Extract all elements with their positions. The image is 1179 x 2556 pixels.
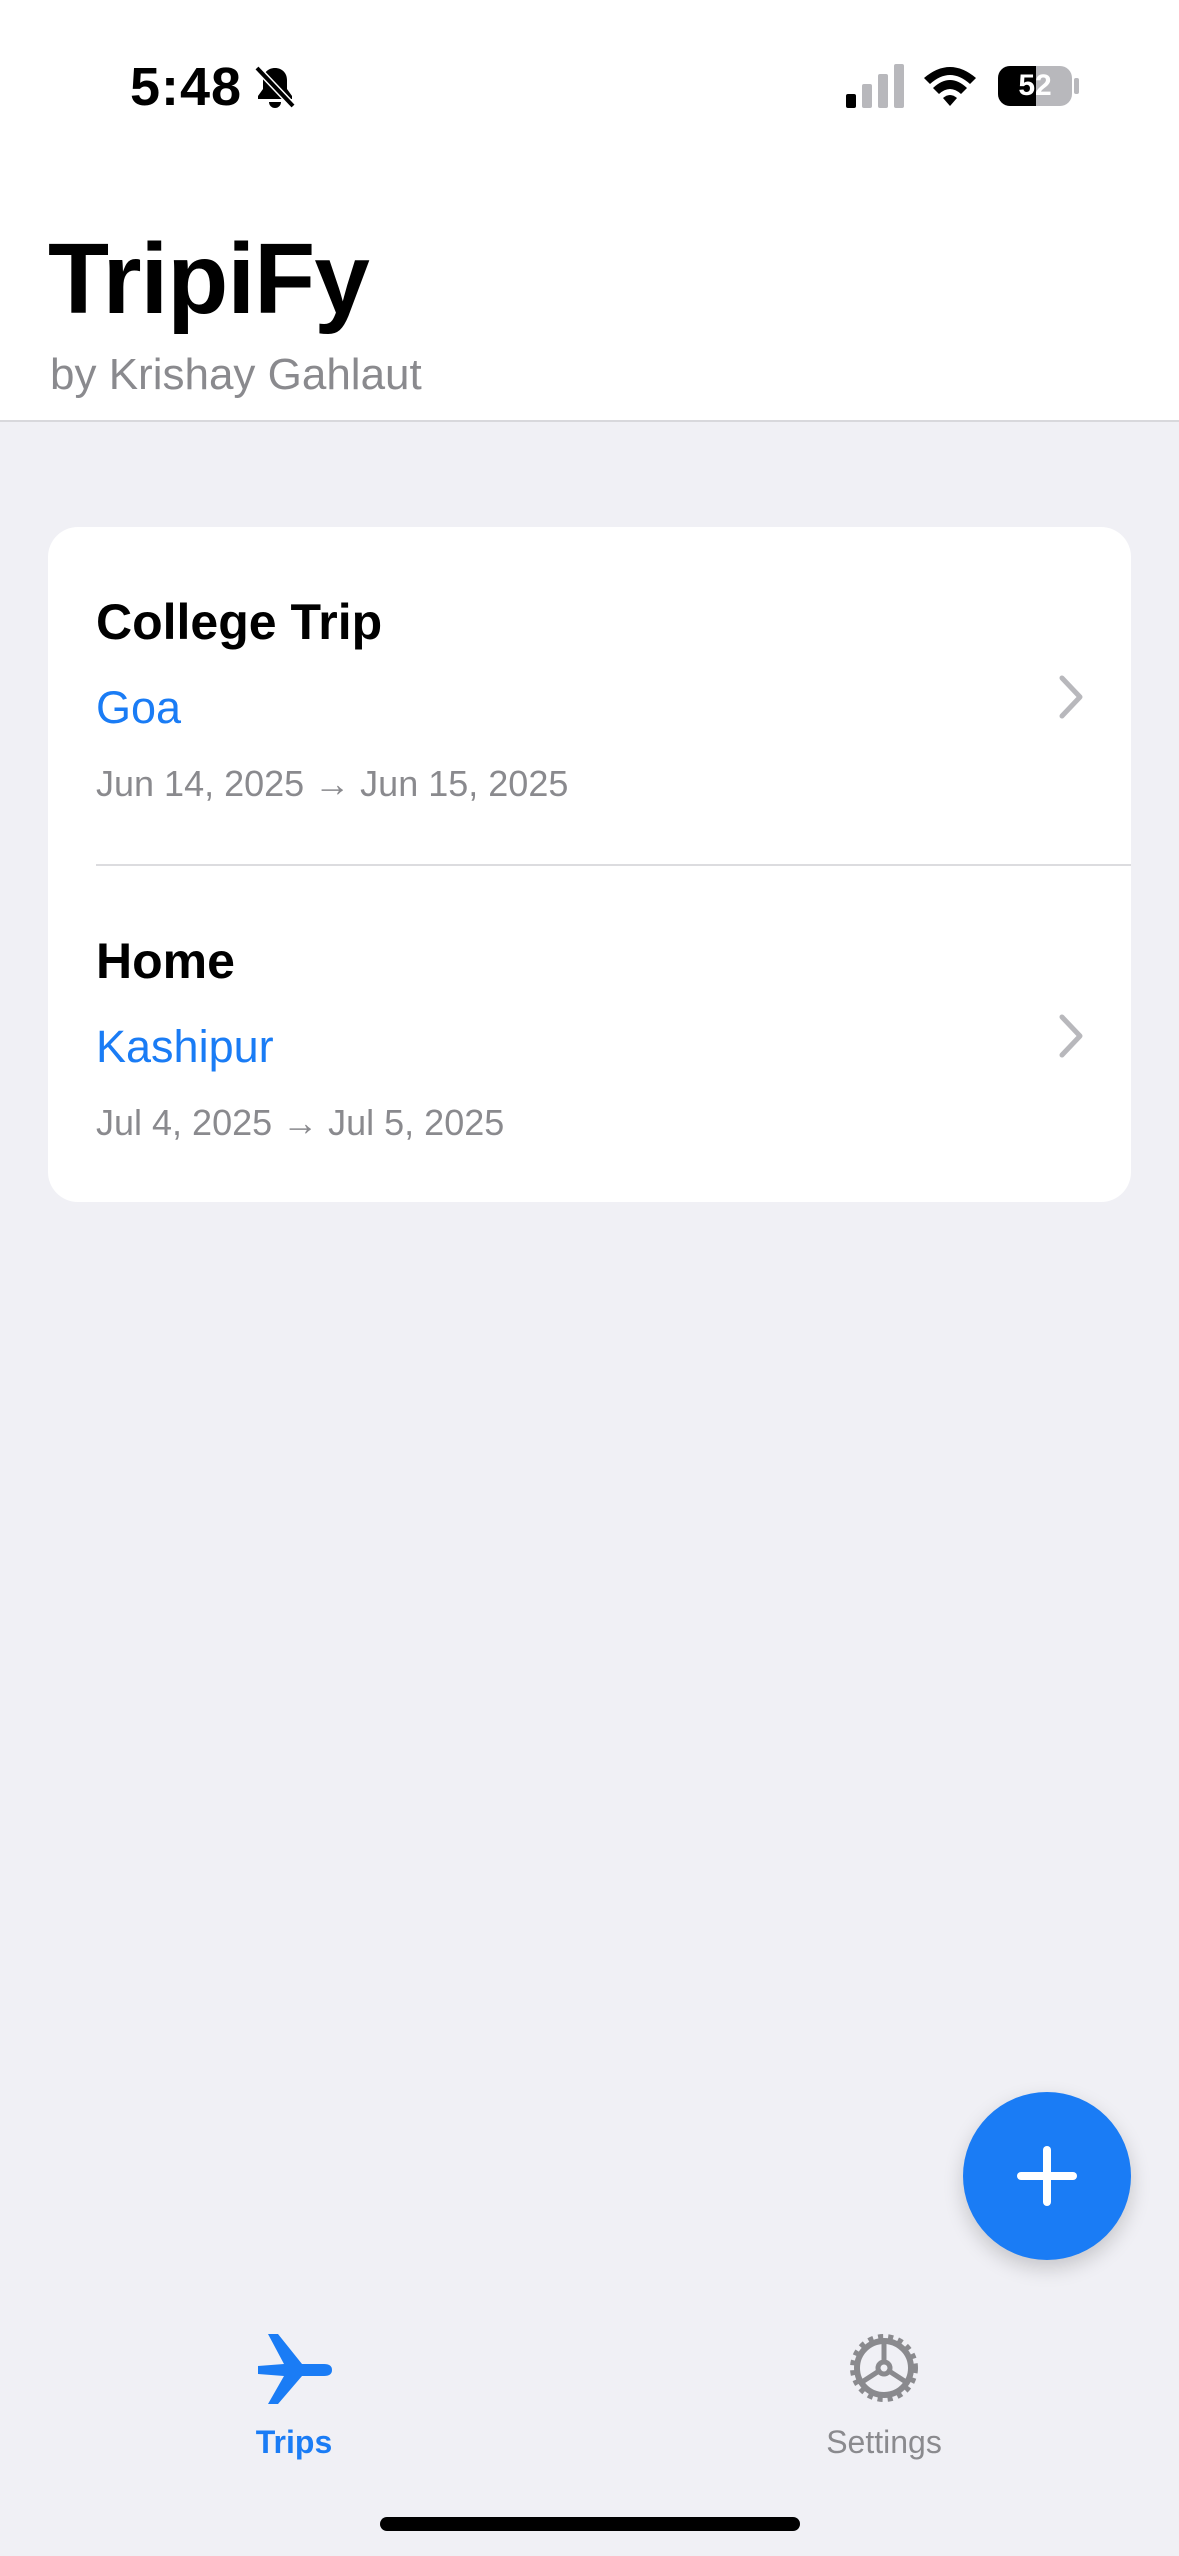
trip-destination: Kashipur — [96, 1021, 274, 1072]
plus-icon — [1017, 2146, 1077, 2206]
tab-trips-label: Trips — [255, 2424, 333, 2460]
navigation-header: TripiFy by Krishay Gahlaut — [0, 170, 1179, 422]
status-time: 5:48 — [130, 57, 243, 117]
trip-dates: Jun 14, 2025 → Jun 15, 2025 — [96, 763, 569, 804]
page-subtitle: by Krishay Gahlaut — [50, 350, 422, 399]
trip-dates: Jul 4, 2025 → Jul 5, 2025 — [96, 1102, 505, 1143]
trip-row[interactable]: Home Kashipur Jul 4, 2025 → Jul 5, 2025 — [48, 866, 1131, 1202]
gear-icon — [850, 2334, 918, 2402]
battery-level: 52 — [1018, 69, 1052, 102]
home-indicator — [380, 2517, 800, 2531]
wifi-icon — [924, 67, 976, 106]
page-title: TripiFy — [48, 223, 370, 335]
chevron-right-icon — [1059, 1014, 1083, 1058]
battery-indicator: 52 — [998, 64, 1080, 108]
chevron-right-icon — [1059, 675, 1083, 719]
tab-settings[interactable]: Settings — [734, 2320, 1034, 2470]
tab-settings-label: Settings — [826, 2424, 942, 2460]
status-bar: 5:48 52 — [0, 0, 1179, 170]
trip-row[interactable]: College Trip Goa Jun 14, 2025 → Jun 15, … — [48, 527, 1131, 864]
add-trip-button[interactable] — [963, 2092, 1131, 2260]
trip-name: College Trip — [96, 594, 383, 650]
trip-name: Home — [96, 933, 235, 989]
trip-destination: Goa — [96, 682, 182, 733]
tab-trips[interactable]: Trips — [144, 2320, 444, 2470]
cellular-signal-icon — [846, 64, 904, 108]
airplane-icon — [258, 2334, 332, 2404]
trips-list: College Trip Goa Jun 14, 2025 → Jun 15, … — [48, 527, 1131, 1202]
silent-bell-icon — [254, 65, 296, 109]
